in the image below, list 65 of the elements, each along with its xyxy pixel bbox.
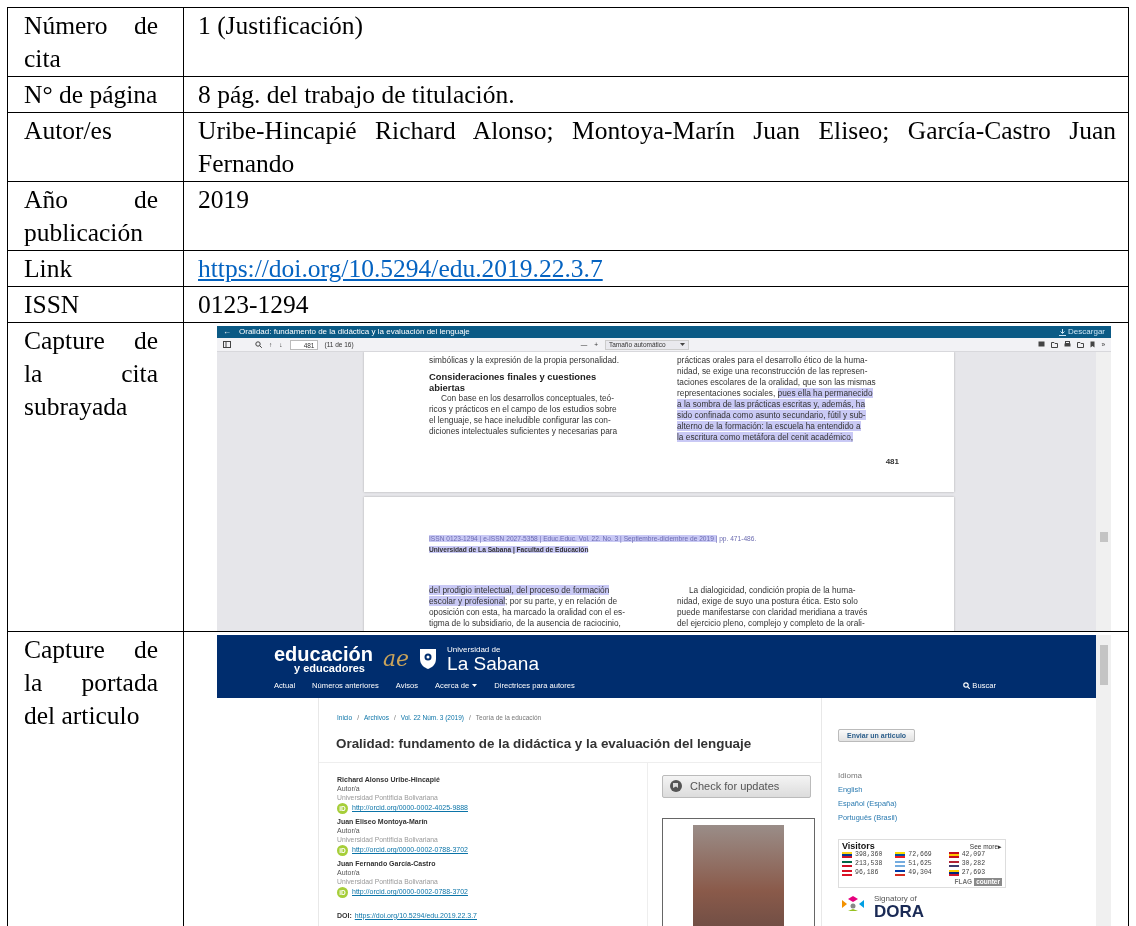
shield-icon bbox=[419, 648, 438, 670]
search-icon bbox=[963, 682, 971, 689]
download-label: Descargar bbox=[1068, 327, 1105, 337]
section-heading: abiertas bbox=[429, 382, 466, 393]
row-value: Uribe-Hincapié Richard Alonso; Montoya-Marín Juan Eliseo; García-Castro Juan Fernando bbox=[198, 115, 1116, 180]
text-line: La dialogicidad, condición propia de la huma- bbox=[688, 585, 857, 596]
text-line: nidad, exige de suyo una postura ética. Esto solo bbox=[677, 596, 859, 607]
text-line: simbólicas y la expresión de la propia personalidad. bbox=[429, 355, 620, 366]
flag-icon bbox=[895, 852, 906, 859]
journal-monogram: ae bbox=[382, 648, 410, 670]
text-line: nidad, se exige una reconstrucción de las represen- bbox=[677, 366, 869, 377]
download-link[interactable]: Descargar bbox=[1059, 327, 1105, 337]
flag-icon bbox=[842, 852, 852, 859]
counter-title: Visitors bbox=[842, 840, 875, 851]
section-heading: Consideraciones finales y cuestiones bbox=[429, 372, 598, 383]
journal-logo-subtitle: y educadores bbox=[293, 663, 366, 673]
text-line: oposición con esta, ha marcado la oralidad con el es- bbox=[429, 607, 626, 618]
text-line: del ejercicio pleno, complejo y completo de la orali- bbox=[677, 618, 866, 629]
text-line: taciones escolares de la oralidad, que son las mismas bbox=[677, 377, 877, 388]
text-line: Con base en los desarrollos conceptuales, teó- bbox=[440, 393, 615, 404]
page-number: 481 bbox=[884, 457, 899, 467]
search-icon[interactable] bbox=[255, 341, 262, 348]
text-line: puede manifestarse con claridad meridiana a través bbox=[677, 607, 869, 618]
text-line: tigma de lo subsidiario, de la ausencia de raciocinio, bbox=[429, 618, 622, 629]
row-value: 8 pág. del trabajo de titulación. bbox=[198, 79, 516, 111]
text-line: escolar y profesional; por su parte, y en relación de bbox=[429, 596, 619, 607]
row-value: 0123-1294 bbox=[198, 289, 310, 321]
row-label: Link bbox=[24, 253, 74, 285]
flag-icon bbox=[948, 852, 959, 859]
bookmark-icon[interactable] bbox=[1090, 341, 1096, 348]
caret-icon bbox=[472, 684, 478, 687]
journal-logo-title: educación bbox=[274, 645, 373, 663]
row-label: Autor/es bbox=[24, 115, 113, 147]
check-updates-button[interactable]: Check for updates bbox=[662, 774, 811, 798]
text-line: representaciones sociales, pues ella ha permanecido bbox=[677, 388, 874, 399]
download-icon bbox=[1059, 328, 1067, 336]
row-label: Capture de la portada del articulo bbox=[24, 634, 158, 732]
caret-icon bbox=[679, 343, 685, 346]
row-label: Año de publicación bbox=[24, 184, 158, 249]
row-label: ISSN bbox=[24, 289, 81, 321]
university-label: Universidad de bbox=[447, 645, 502, 654]
folder-icon[interactable] bbox=[1051, 341, 1059, 348]
sidebar-heading: Idioma bbox=[838, 770, 863, 781]
scrollbar-thumb[interactable] bbox=[1099, 532, 1108, 542]
circle-icon bbox=[669, 779, 683, 794]
print-icon[interactable] bbox=[1064, 341, 1072, 348]
university-name: La Sabana bbox=[447, 654, 539, 673]
sidebar-toggle-icon[interactable] bbox=[223, 341, 231, 348]
row-value: 1 (Justificación) bbox=[198, 10, 364, 42]
text-line: el lenguaje, se hace ineludible configurar las con- bbox=[429, 415, 612, 426]
row-label: N° de página bbox=[24, 79, 158, 111]
row-label: Número de cita bbox=[24, 10, 158, 75]
document-title: Oralidad: fundamento de la didáctica y la evaluación del lenguaje bbox=[239, 327, 470, 337]
dora-name: DORA bbox=[874, 902, 925, 920]
scrollbar[interactable] bbox=[1096, 635, 1111, 926]
scrollbar-thumb[interactable] bbox=[1099, 645, 1108, 685]
scrollbar[interactable] bbox=[1096, 352, 1111, 631]
text-line: diciones intelectuales suficientes y necesarias para bbox=[429, 426, 619, 437]
back-button[interactable]: ← bbox=[223, 327, 231, 337]
dora-caption: Signatory of bbox=[874, 893, 918, 903]
row-value: 2019 bbox=[198, 184, 250, 216]
article-title: Oralidad: fundamento de la didáctica y la evaluación del lenguaje bbox=[319, 721, 821, 763]
row-label: Capture de la cita subrayada bbox=[24, 325, 158, 423]
text-line: ricos y prácticos en el campo de los estudios sobre bbox=[429, 404, 618, 415]
text-line: prácticas orales para el desarrollo ético de la huma- bbox=[677, 355, 869, 366]
